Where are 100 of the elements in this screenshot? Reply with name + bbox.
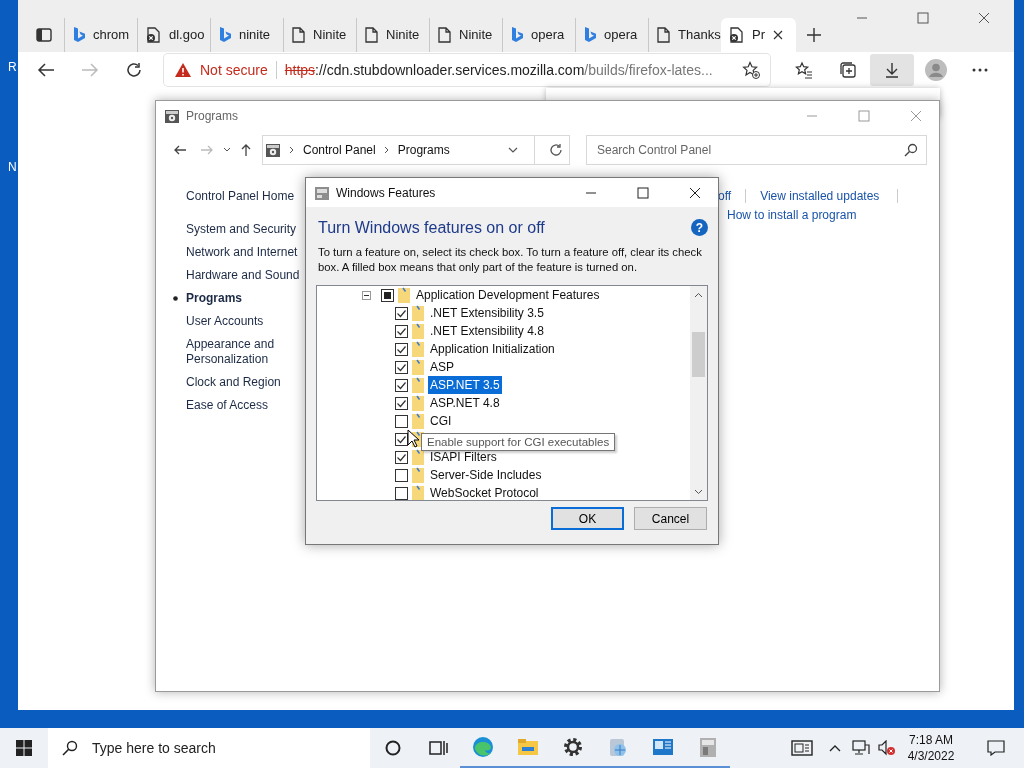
downloads-button[interactable] xyxy=(870,54,914,86)
sidebar-item[interactable]: Hardware and Sound xyxy=(186,268,300,283)
address-bar[interactable]: Control Panel Programs xyxy=(262,135,570,165)
checkbox[interactable] xyxy=(395,306,408,320)
checkbox[interactable] xyxy=(395,342,408,356)
tree-item-label[interactable]: WebSocket Protocol xyxy=(428,484,541,501)
features-icon xyxy=(314,184,330,201)
favorites-icon xyxy=(795,61,813,79)
tree-item-label[interactable]: Server-Side Includes xyxy=(428,466,544,485)
security-indicator[interactable]: Not secure xyxy=(200,59,268,81)
sidebar-item[interactable]: User Accounts xyxy=(186,314,264,329)
tree-item-label[interactable]: Application Initialization xyxy=(428,340,557,359)
breadcrumb-item[interactable]: Control Panel xyxy=(303,141,376,159)
chevron-right-icon xyxy=(383,146,390,154)
home-link[interactable]: Control Panel Home xyxy=(186,189,295,204)
help-button[interactable]: ? xyxy=(691,219,708,237)
folder-icon xyxy=(411,449,425,466)
forward-arrow-icon xyxy=(81,61,99,79)
sidebar-item[interactable]: Programs xyxy=(186,291,243,306)
chevron-down-icon xyxy=(223,147,231,153)
maximize-icon xyxy=(858,110,870,122)
tab-bing-logo-icon xyxy=(73,27,85,43)
checkbox[interactable] xyxy=(395,396,408,410)
search-icon xyxy=(62,740,78,756)
chevron-up-icon xyxy=(829,744,841,752)
tab-bing-logo-icon xyxy=(219,27,231,43)
link[interactable]: How to install a program xyxy=(727,206,857,224)
plus-icon xyxy=(806,27,822,43)
search-field[interactable]: Search Control Panel xyxy=(586,135,927,165)
search-input[interactable]: Type here to search xyxy=(90,736,350,760)
checkbox[interactable] xyxy=(395,324,408,338)
up-arrow-icon xyxy=(239,143,253,157)
sidebar-item[interactable]: Network and Internet xyxy=(186,245,298,260)
checkbox[interactable] xyxy=(381,288,394,302)
chevron-right-icon xyxy=(289,146,295,154)
sidebar-item[interactable]: System and Security xyxy=(186,222,297,237)
close-icon xyxy=(977,12,990,24)
checkbox[interactable] xyxy=(395,414,408,428)
back-arrow-icon xyxy=(173,143,187,157)
forward-arrow-icon xyxy=(200,143,214,157)
sidebar-item[interactable]: Appearance and Personalization xyxy=(186,337,306,367)
bullet-icon xyxy=(173,296,178,301)
link[interactable]: View installed updates xyxy=(760,187,880,205)
checkbox[interactable] xyxy=(395,432,408,446)
tree-item-label[interactable]: ASP xyxy=(428,358,456,377)
refresh-icon xyxy=(549,143,563,157)
link[interactable]: off xyxy=(718,187,732,205)
checkbox[interactable] xyxy=(395,450,408,464)
clock-date[interactable]: 4/3/2022 xyxy=(907,748,955,764)
clock-time[interactable]: 7:18 AM xyxy=(909,732,953,748)
checkbox[interactable] xyxy=(395,360,408,374)
add-favorite-icon[interactable] xyxy=(742,61,760,79)
collapse-icon[interactable] xyxy=(362,290,371,300)
desktop-icon-label: N xyxy=(8,159,17,176)
window-title: Windows Features xyxy=(336,184,436,202)
search-field[interactable]: Type here to search xyxy=(48,728,370,768)
edge-icon xyxy=(471,736,494,758)
tree-item-label[interactable]: ASP.NET 4.8 xyxy=(428,394,502,413)
url-text: https://cdn.stubdownloader.services.mozilla.com/builds/firefox-lates... xyxy=(284,60,714,80)
folder-icon xyxy=(516,736,539,758)
tab-page-icon xyxy=(438,27,451,43)
address-bar[interactable]: Not secure https://cdn.stubdownloader.services.mozilla.com/builds/firefox-lates... xyxy=(164,54,770,86)
folder-icon xyxy=(397,287,411,304)
close-icon[interactable] xyxy=(773,30,783,40)
tab-page-icon xyxy=(292,27,305,43)
breadcrumb-item[interactable]: Programs xyxy=(397,141,450,159)
search-input[interactable]: Search Control Panel xyxy=(595,140,904,160)
tree-item-label[interactable]: .NET Extensibility 4.8 xyxy=(428,322,546,341)
sidebar-item[interactable]: Clock and Region xyxy=(186,375,281,390)
maximize-icon xyxy=(637,186,649,199)
sidebar-item[interactable]: Ease of Access xyxy=(186,398,269,413)
dropdown-icon[interactable] xyxy=(508,147,518,153)
tab-broken-page-icon xyxy=(146,27,161,43)
ok-button[interactable]: OK xyxy=(551,507,624,531)
tree-item-label[interactable]: Application Development Features xyxy=(414,286,602,305)
tree-item-label[interactable]: .NET Extensibility 3.5 xyxy=(428,304,546,323)
folder-icon xyxy=(411,467,425,484)
app-icon xyxy=(651,736,674,758)
tab-page-icon xyxy=(365,27,378,43)
warning-icon xyxy=(174,62,192,78)
scrollbar-thumb[interactable] xyxy=(692,332,705,378)
folder-icon xyxy=(411,359,425,376)
tab-panel-icon xyxy=(36,27,52,43)
network-icon xyxy=(852,740,870,756)
scrollbar[interactable] xyxy=(690,286,707,501)
tree-item-label[interactable]: CGI xyxy=(428,412,454,431)
dialog-heading: Turn Windows features on or off xyxy=(318,218,546,238)
folder-icon xyxy=(411,305,425,322)
settings-icon xyxy=(561,736,584,758)
folder-icon xyxy=(411,377,425,394)
tab-broken-page-icon xyxy=(729,27,744,43)
checkbox[interactable] xyxy=(395,378,408,392)
browser-tab[interactable]: Pr xyxy=(721,18,796,52)
maximize-icon xyxy=(917,12,929,24)
tree-item-label[interactable]: ISAPI Filters xyxy=(428,448,499,467)
checkbox[interactable] xyxy=(395,486,408,500)
tree-item-label[interactable]: ASP.NET 3.5 xyxy=(428,376,502,395)
checkbox[interactable] xyxy=(395,468,408,482)
windows-logo-icon xyxy=(16,740,32,756)
cancel-button[interactable]: Cancel xyxy=(634,507,707,531)
